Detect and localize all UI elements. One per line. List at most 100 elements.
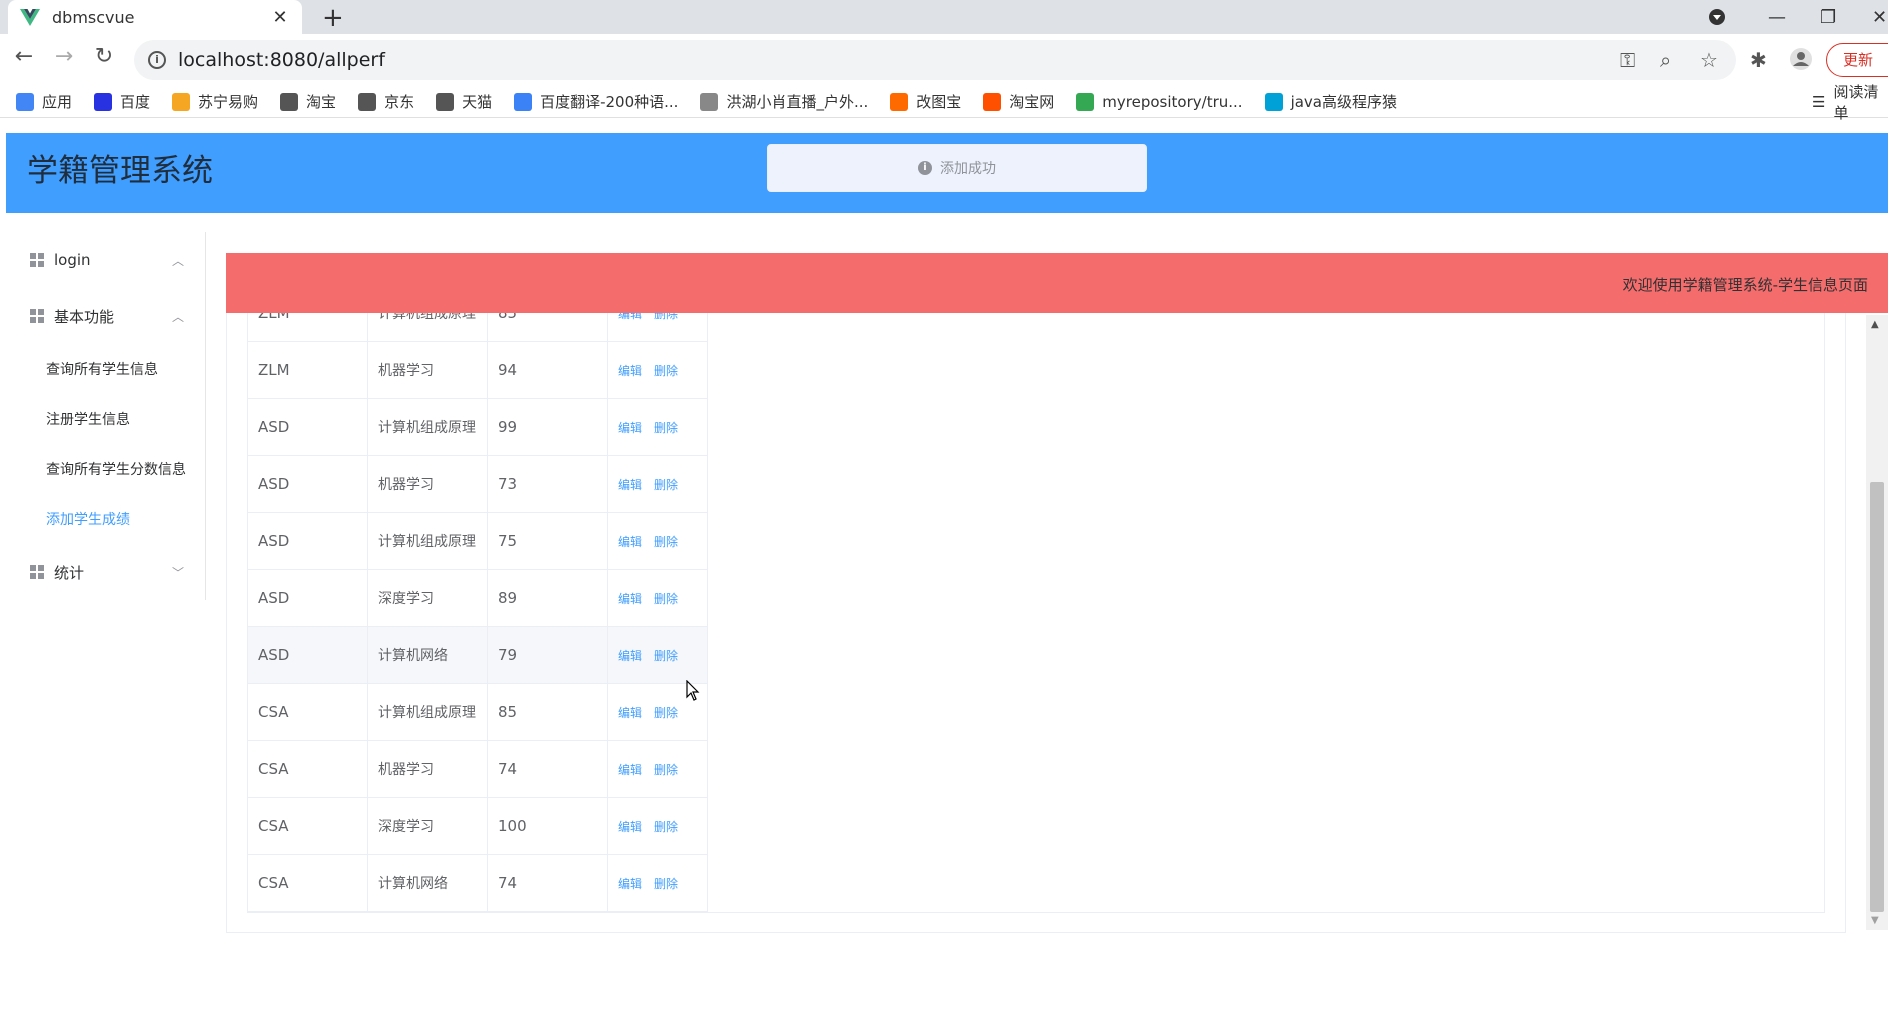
bookmark-icon	[436, 92, 455, 111]
mouse-cursor-icon	[686, 679, 700, 706]
bookmark-item[interactable]: 淘宝	[280, 91, 336, 112]
key-icon[interactable]: ⚿	[1620, 48, 1635, 72]
reading-list-label: 阅读清单	[1833, 83, 1879, 122]
edit-button[interactable]: 编辑	[618, 590, 642, 607]
chevron-down-icon: ﹀	[171, 565, 184, 580]
browser-tab[interactable]: dbmscvue ✕	[8, 0, 302, 34]
app-title: 学籍管理系统	[27, 153, 213, 189]
cell-name: ASD	[248, 455, 368, 513]
minimize-icon[interactable]: —	[1768, 0, 1786, 34]
edit-button[interactable]: 编辑	[618, 647, 642, 664]
sidebar-menu: login ︿ 基本功能 ︿ 查询所有学生信息 注册学生信息 查询所有学生分数信…	[6, 232, 206, 600]
delete-button[interactable]: 删除	[654, 647, 678, 664]
extensions-icon[interactable]: ✱	[1750, 48, 1767, 72]
edit-button[interactable]: 编辑	[618, 313, 642, 322]
delete-button[interactable]: 删除	[654, 875, 678, 892]
delete-button[interactable]: 删除	[654, 476, 678, 493]
new-tab-icon[interactable]: +	[322, 3, 344, 33]
table-row: ASD 计算机网络 79 编辑 删除	[248, 626, 708, 684]
cell-score: 74	[488, 854, 608, 912]
bookmark-star-icon[interactable]: ☆	[1700, 48, 1718, 72]
scrollbar-thumb[interactable]	[1870, 482, 1884, 912]
menu-item-add-score[interactable]: 添加学生成绩	[6, 494, 206, 544]
cell-name: CSA	[248, 683, 368, 741]
bookmark-label: 天猫	[462, 93, 493, 111]
delete-button[interactable]: 删除	[654, 704, 678, 721]
scroll-up-icon[interactable]: ▲	[1871, 319, 1879, 330]
menu-group-login[interactable]: login ︿	[6, 232, 206, 288]
back-icon[interactable]: ←	[8, 44, 40, 69]
delete-button[interactable]: 删除	[654, 590, 678, 607]
edit-button[interactable]: 编辑	[618, 362, 642, 379]
reading-list[interactable]: ☰ 阅读清单	[1812, 83, 1888, 122]
edit-button[interactable]: 编辑	[618, 704, 642, 721]
delete-button[interactable]: 删除	[654, 818, 678, 835]
close-window-icon[interactable]: ✕	[1872, 0, 1887, 34]
reading-list-icon: ☰	[1812, 93, 1826, 111]
delete-button[interactable]: 删除	[654, 313, 678, 322]
cell-course: 计算机网络	[368, 626, 488, 684]
zoom-icon[interactable]: ⌕	[1660, 48, 1671, 72]
bookmark-item[interactable]: 百度	[94, 91, 150, 112]
bookmark-item[interactable]: 百度翻译-200种语...	[514, 91, 678, 112]
menu-item-register-student[interactable]: 注册学生信息	[6, 394, 206, 444]
cell-course: 机器学习	[368, 455, 488, 513]
chevron-up-icon: ︿	[171, 253, 184, 268]
bookmark-item[interactable]: 应用	[16, 91, 72, 112]
bookmark-label: 京东	[384, 93, 415, 111]
bookmarks-bar: 应用 百度 苏宁易购 淘宝 京东 天猫 百度翻译-200种语... 洪湖小肖直播_户外... 改…	[0, 86, 1888, 118]
menu-group-basic[interactable]: 基本功能 ︿	[6, 288, 206, 344]
profile-avatar-icon[interactable]	[1790, 48, 1812, 75]
tab-title: dbmscvue	[52, 7, 135, 27]
cell-actions: 编辑 删除	[608, 626, 708, 684]
bookmark-label: 淘宝网	[1009, 93, 1055, 111]
cell-score: 100	[488, 797, 608, 855]
forward-icon[interactable]: →	[48, 44, 80, 69]
welcome-banner: 欢迎使用学籍管理系统-学生信息页面	[226, 253, 1888, 313]
bookmark-item[interactable]: 改图宝	[890, 91, 961, 112]
cell-score: 75	[488, 512, 608, 570]
address-bar[interactable]: i localhost:8080/allperf	[134, 40, 1736, 80]
bookmark-label: 苏宁易购	[198, 93, 259, 111]
table-row: CSA 机器学习 74 编辑 删除	[248, 740, 708, 798]
bookmark-item[interactable]: 洪湖小肖直播_户外...	[700, 91, 868, 112]
menu-item-all-students[interactable]: 查询所有学生信息	[6, 344, 206, 394]
site-info-icon[interactable]: i	[148, 51, 166, 69]
cell-name: ASD	[248, 398, 368, 456]
edit-button[interactable]: 编辑	[618, 818, 642, 835]
cell-actions: 编辑 删除	[608, 455, 708, 513]
chevron-up-icon: ︿	[171, 309, 184, 324]
reload-icon[interactable]: ↻	[88, 44, 120, 69]
tab-close-icon[interactable]: ✕	[270, 7, 290, 28]
bookmark-item[interactable]: myrepository/tru...	[1076, 92, 1243, 111]
edit-button[interactable]: 编辑	[618, 533, 642, 550]
cell-actions: 编辑 删除	[608, 512, 708, 570]
table-row: ASD 计算机组成原理 75 编辑 删除	[248, 512, 708, 570]
edit-button[interactable]: 编辑	[618, 476, 642, 493]
delete-button[interactable]: 删除	[654, 419, 678, 436]
bookmark-item[interactable]: 京东	[358, 91, 414, 112]
bookmark-item[interactable]: 天猫	[436, 91, 492, 112]
profile-dropdown-icon[interactable]	[1708, 0, 1726, 34]
cell-score: 79	[488, 626, 608, 684]
delete-button[interactable]: 删除	[654, 761, 678, 778]
bookmark-label: java高级程序猿	[1290, 93, 1397, 111]
success-toast: i 添加成功	[767, 144, 1147, 192]
edit-button[interactable]: 编辑	[618, 761, 642, 778]
scroll-down-icon[interactable]: ▼	[1871, 915, 1879, 926]
edit-button[interactable]: 编辑	[618, 419, 642, 436]
delete-button[interactable]: 删除	[654, 362, 678, 379]
delete-button[interactable]: 删除	[654, 533, 678, 550]
bookmark-icon	[1264, 92, 1283, 111]
edit-button[interactable]: 编辑	[618, 875, 642, 892]
update-button[interactable]: 更新	[1826, 43, 1888, 77]
cell-course: 计算机组成原理	[368, 512, 488, 570]
menu-item-all-scores[interactable]: 查询所有学生分数信息	[6, 444, 206, 494]
bookmark-item[interactable]: 淘宝网	[983, 91, 1054, 112]
restore-icon[interactable]: ❐	[1820, 0, 1836, 34]
bookmark-item[interactable]: java高级程序猿	[1264, 91, 1397, 112]
bookmark-item[interactable]: 苏宁易购	[172, 91, 258, 112]
menu-group-stats[interactable]: 统计 ﹀	[6, 544, 206, 600]
menu-group-label: 基本功能	[54, 307, 115, 326]
vertical-scrollbar[interactable]: ▲ ▼	[1866, 315, 1888, 930]
